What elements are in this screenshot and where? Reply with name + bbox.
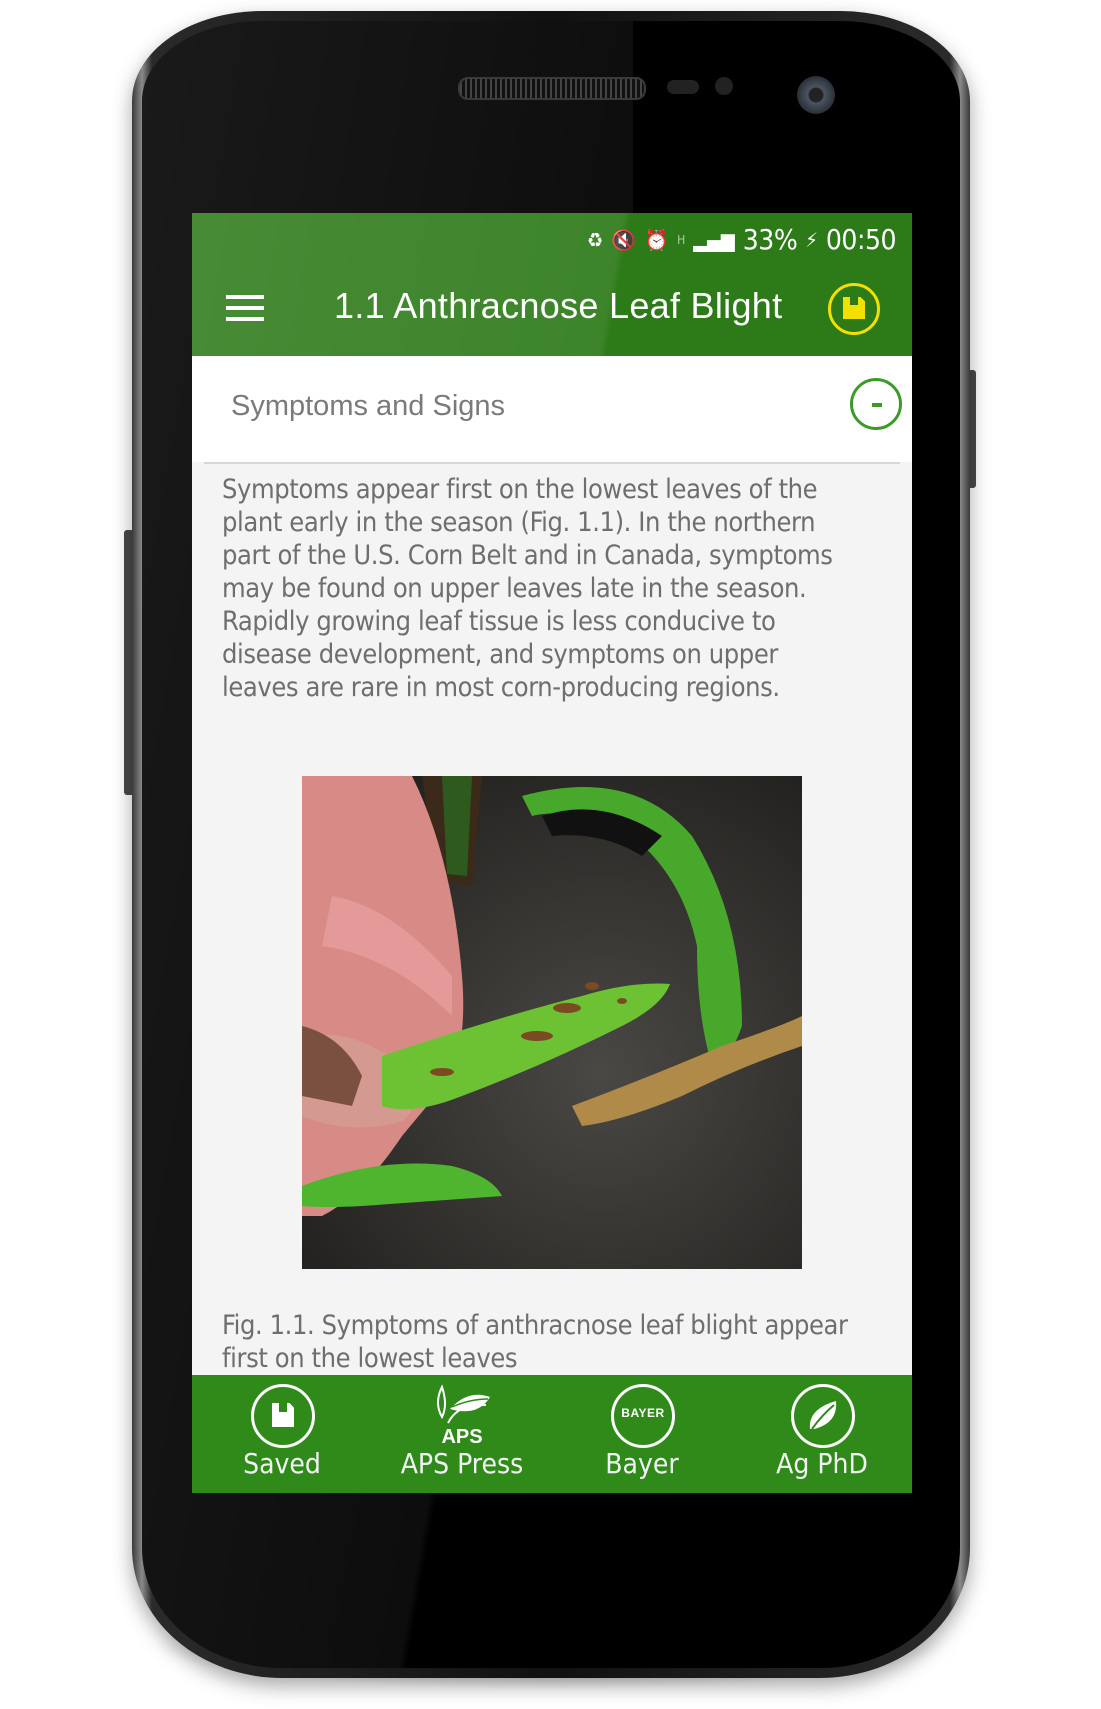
figure-caption: Fig. 1.1. Symptoms of anthracnose leaf b… bbox=[222, 1310, 848, 1374]
earpiece-speaker bbox=[458, 77, 646, 100]
hamburger-menu-icon bbox=[226, 295, 264, 299]
alarm-icon: ⏰ bbox=[644, 227, 670, 252]
nav-item-aps-press[interactable]: APS APS Press bbox=[372, 1375, 552, 1493]
hamburger-line bbox=[226, 306, 264, 310]
corn-leaf-photo bbox=[302, 776, 802, 1269]
svg-text:APS: APS bbox=[441, 1426, 482, 1447]
signal-icon: ▂▄▆ bbox=[693, 227, 735, 252]
nav-label: APS Press bbox=[400, 1447, 524, 1480]
floppy-disk-icon bbox=[251, 1384, 315, 1448]
status-icons: ♻ 🔇 ⏰ H ▂▄▆ 33% ⚡ 00:50 bbox=[587, 223, 896, 256]
nav-label: Ag PhD bbox=[776, 1447, 868, 1480]
minus-circle-icon bbox=[872, 403, 882, 407]
light-sensor bbox=[715, 77, 733, 95]
nav-label: Saved bbox=[243, 1447, 321, 1480]
battery-percent: 33% bbox=[742, 223, 798, 256]
front-camera bbox=[797, 76, 835, 114]
status-bar: ♻ 🔇 ⏰ H ▂▄▆ 33% ⚡ 00:50 bbox=[192, 213, 912, 263]
menu-button[interactable] bbox=[226, 295, 266, 323]
leaf-icon bbox=[791, 1384, 855, 1448]
bottom-nav: Saved APS APS Press BAYER Bayer Ag PhD bbox=[192, 1375, 912, 1493]
bayer-logo-text: BAYER bbox=[621, 1406, 665, 1420]
nav-item-saved[interactable]: Saved bbox=[192, 1375, 372, 1493]
hamburger-line bbox=[226, 317, 264, 321]
section-body-text: Symptoms appear first on the lowest leav… bbox=[222, 474, 833, 703]
app-screen: ♻ 🔇 ⏰ H ▂▄▆ 33% ⚡ 00:50 1.1 Anthracnose … bbox=[192, 213, 912, 1493]
vibrate-mute-icon: 🔇 bbox=[611, 227, 637, 252]
section-header[interactable]: Symptoms and Signs bbox=[192, 356, 912, 462]
proximity-sensor bbox=[667, 80, 699, 94]
collapse-button[interactable] bbox=[850, 378, 902, 430]
leaf-glyph bbox=[809, 1401, 837, 1430]
floppy-glyph bbox=[272, 1403, 294, 1427]
floppy-disk-icon bbox=[843, 297, 865, 319]
save-button[interactable] bbox=[828, 283, 880, 335]
battery-saver-icon: ♻ bbox=[587, 227, 604, 252]
charging-battery-icon: ⚡ bbox=[805, 227, 818, 252]
nav-label: Bayer bbox=[605, 1447, 679, 1480]
section-title: Symptoms and Signs bbox=[231, 390, 506, 422]
section-divider bbox=[204, 462, 900, 464]
bayer-cross-icon: BAYER bbox=[611, 1384, 675, 1448]
nav-item-ag-phd[interactable]: Ag PhD bbox=[732, 1375, 912, 1493]
app-bar: 1.1 Anthracnose Leaf Blight bbox=[192, 263, 912, 356]
clock: 00:50 bbox=[825, 223, 897, 256]
aps-logo-icon: APS bbox=[437, 1384, 490, 1447]
nav-item-bayer[interactable]: BAYER Bayer bbox=[552, 1375, 732, 1493]
figure-image[interactable] bbox=[302, 776, 802, 1269]
page-title: 1.1 Anthracnose Leaf Blight bbox=[334, 285, 783, 326]
network-h-icon: H bbox=[677, 232, 686, 247]
